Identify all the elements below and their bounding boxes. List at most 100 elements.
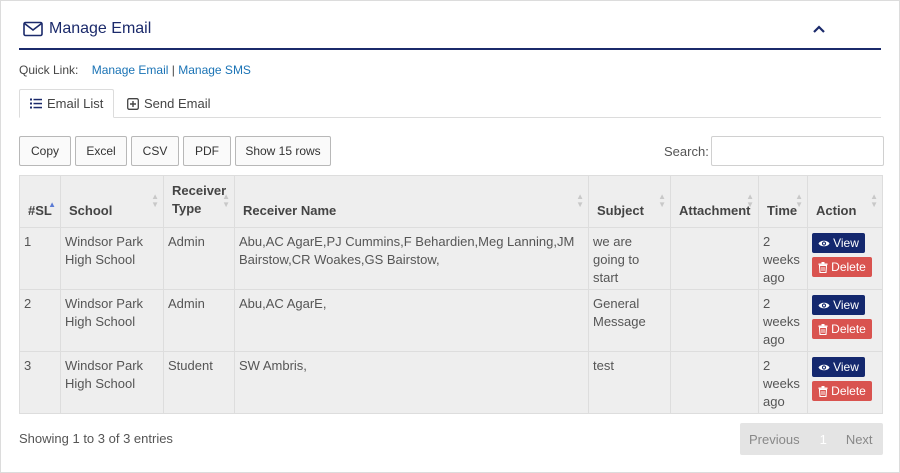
cell-time: 2 weeks ago	[758, 227, 808, 290]
table-row: 3 Windsor Park High School Student SW Am…	[19, 351, 883, 414]
search-input[interactable]	[710, 136, 884, 166]
view-button[interactable]: View	[812, 357, 865, 377]
table-row: 1 Windsor Park High School Admin Abu,AC …	[19, 227, 883, 290]
cell-receiver-name: SW Ambris,	[234, 351, 589, 414]
column-header-label: Subject	[597, 203, 644, 218]
header-title-wrap: Manage Email	[23, 20, 151, 38]
collapse-button[interactable]	[809, 19, 829, 39]
cell-action: View Delete	[807, 289, 883, 352]
sort-icon: ▲ ▼	[222, 192, 230, 209]
excel-button[interactable]: Excel	[75, 136, 127, 166]
cell-subject: General Message	[588, 289, 671, 352]
column-header-attachment[interactable]: Attachment ▲ ▼	[670, 175, 759, 228]
delete-button[interactable]: Delete	[812, 257, 872, 277]
column-header-label: Time	[767, 203, 798, 218]
table-info: Showing 1 to 3 of 3 entries	[19, 431, 173, 446]
column-header-label: Action	[816, 203, 857, 218]
eye-icon	[818, 363, 830, 372]
cell-action: View Delete	[807, 227, 883, 290]
view-button[interactable]: View	[812, 295, 865, 315]
eye-icon	[818, 239, 830, 248]
sort-icon: ▲ ▼	[870, 192, 878, 209]
manage-email-link[interactable]: Manage Email	[92, 63, 169, 77]
list-icon	[30, 98, 42, 109]
trash-icon	[818, 385, 828, 397]
column-header-time[interactable]: Time ▲ ▼	[758, 175, 808, 228]
table-row: 2 Windsor Park High School Admin Abu,AC …	[19, 289, 883, 352]
cell-school: Windsor Park High School	[60, 351, 164, 414]
cell-time: 2 weeks ago	[758, 289, 808, 352]
sort-icon: ▲ ▼	[151, 192, 159, 209]
page-number-button[interactable]: 1	[820, 432, 827, 447]
tab-email-list-label: Email List	[47, 96, 104, 111]
cell-receiver-type: Student	[163, 351, 235, 414]
column-header-label: Receiver Type	[172, 183, 227, 216]
delete-button[interactable]: Delete	[812, 319, 872, 339]
quick-link-separator: |	[171, 63, 175, 77]
page-title: Manage Email	[49, 20, 152, 37]
view-button[interactable]: View	[812, 233, 865, 253]
cell-receiver-type: Admin	[163, 227, 235, 290]
sort-asc-icon: ▲	[48, 200, 56, 209]
column-header-label: Attachment	[679, 203, 751, 218]
eye-icon	[818, 301, 830, 310]
delete-label: Delete	[831, 260, 866, 274]
cell-sl: 1	[19, 227, 61, 290]
sort-icon: ▲ ▼	[576, 192, 584, 209]
cell-school: Windsor Park High School	[60, 227, 164, 290]
table-header-row: #SL ▲ School ▲ ▼ Receiver Type ▲ ▼ Receiver N…	[19, 175, 883, 228]
cell-attachment	[670, 227, 759, 290]
panel-header: Manage Email	[19, 11, 881, 50]
column-header-school[interactable]: School ▲ ▼	[60, 175, 164, 228]
cell-time: 2 weeks ago	[758, 351, 808, 414]
tab-bar: Email List Send Email	[19, 89, 881, 118]
next-button[interactable]: Next	[846, 432, 873, 447]
column-header-receiver-type[interactable]: Receiver Type ▲ ▼	[163, 175, 235, 228]
cell-subject: test	[588, 351, 671, 414]
trash-icon	[818, 323, 828, 335]
previous-button[interactable]: Previous	[749, 432, 800, 447]
copy-button[interactable]: Copy	[19, 136, 71, 166]
tab-email-list[interactable]: Email List	[19, 89, 115, 118]
pagination: Previous 1 Next	[740, 423, 883, 455]
cell-receiver-name: Abu,AC AgarE,PJ Cummins,F Behardien,Meg …	[234, 227, 589, 290]
pdf-button[interactable]: PDF	[183, 136, 231, 166]
column-header-subject[interactable]: Subject ▲ ▼	[588, 175, 671, 228]
manage-sms-link[interactable]: Manage SMS	[178, 63, 251, 77]
view-label: View	[833, 236, 859, 250]
column-header-action[interactable]: Action ▲ ▼	[807, 175, 883, 228]
email-table: #SL ▲ School ▲ ▼ Receiver Type ▲ ▼ Receiver N…	[19, 175, 883, 414]
quick-link-label: Quick Link:	[19, 63, 79, 77]
quick-links: Quick Link: Manage Email | Manage SMS	[19, 63, 251, 77]
cell-school: Windsor Park High School	[60, 289, 164, 352]
search-box: Search:	[664, 136, 884, 166]
delete-label: Delete	[831, 384, 866, 398]
cell-action: View Delete	[807, 351, 883, 414]
csv-button[interactable]: CSV	[131, 136, 179, 166]
delete-label: Delete	[831, 322, 866, 336]
tab-send-email-label: Send Email	[144, 96, 211, 111]
view-label: View	[833, 298, 859, 312]
column-header-sl[interactable]: #SL ▲	[19, 175, 61, 228]
tab-send-email[interactable]: Send Email	[117, 89, 220, 118]
view-label: View	[833, 360, 859, 374]
column-header-label: School	[69, 203, 113, 218]
chevron-up-icon	[813, 25, 825, 33]
envelope-icon	[23, 21, 43, 37]
cell-attachment	[670, 351, 759, 414]
search-label: Search:	[664, 143, 709, 159]
cell-attachment	[670, 289, 759, 352]
show-rows-button[interactable]: Show 15 rows	[235, 136, 331, 166]
delete-button[interactable]: Delete	[812, 381, 872, 401]
trash-icon	[818, 261, 828, 273]
sort-icon: ▲ ▼	[658, 192, 666, 209]
cell-sl: 2	[19, 289, 61, 352]
manage-email-panel: Manage Email Quick Link: Manage Email | …	[0, 0, 900, 473]
column-header-receiver-name[interactable]: Receiver Name ▲ ▼	[234, 175, 589, 228]
plus-square-icon	[127, 97, 139, 110]
sort-icon: ▲ ▼	[746, 192, 754, 209]
column-header-label: Receiver Name	[243, 203, 337, 218]
cell-sl: 3	[19, 351, 61, 414]
cell-subject: we are going to start	[588, 227, 671, 290]
sort-icon: ▲ ▼	[795, 192, 803, 209]
